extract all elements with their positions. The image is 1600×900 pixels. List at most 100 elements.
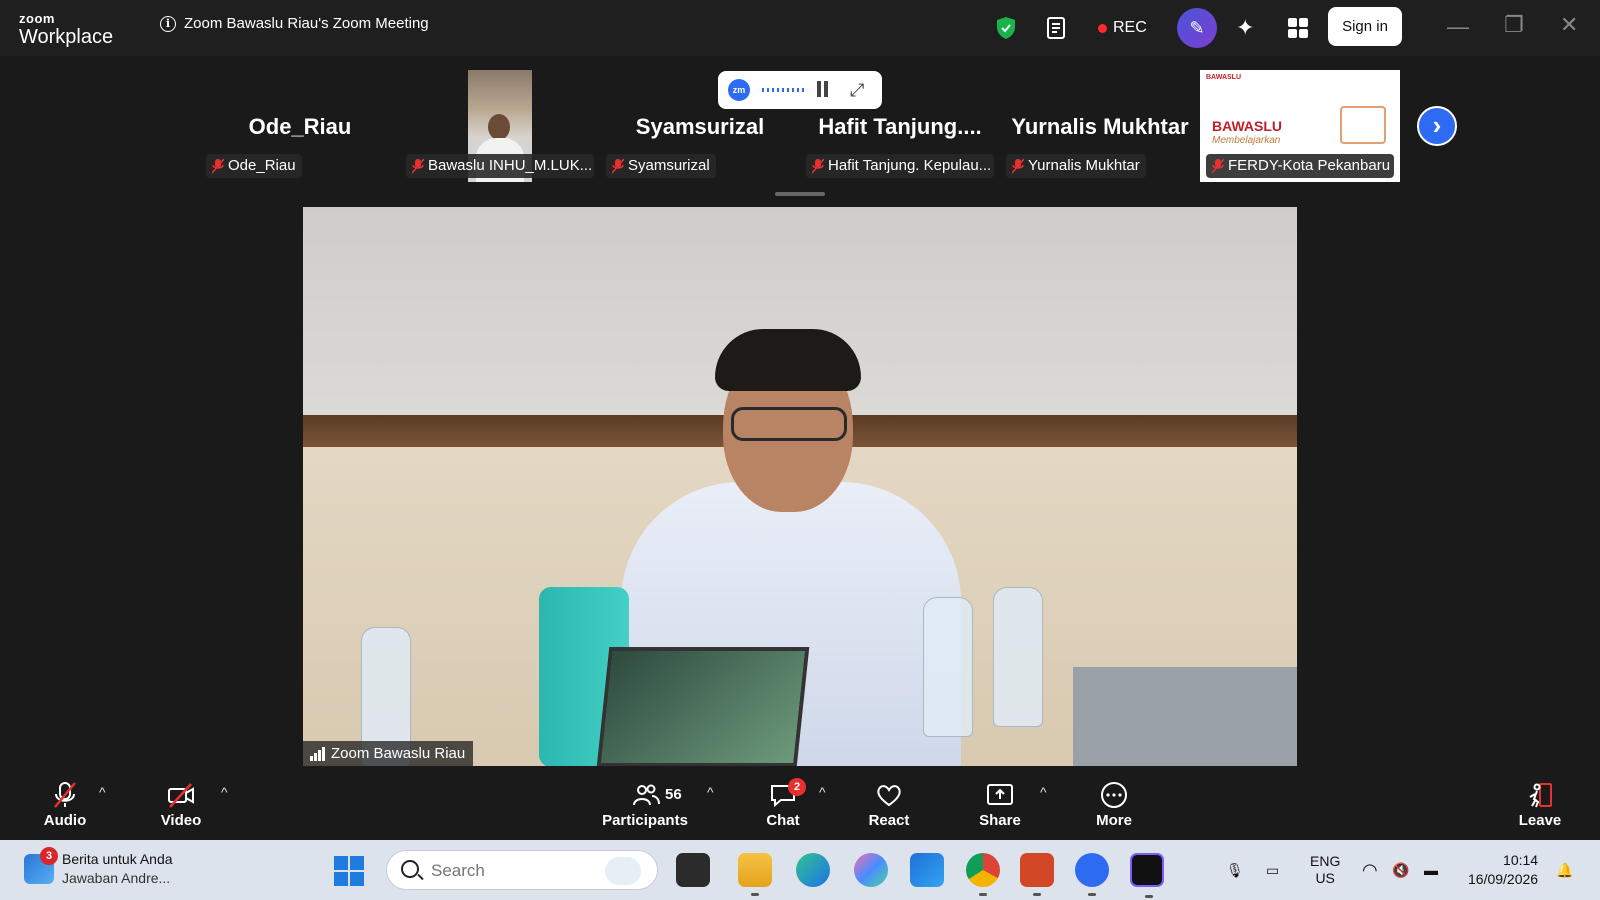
leave-label: Leave <box>1518 812 1562 829</box>
share-options-caret[interactable]: ^ <box>1040 784 1047 800</box>
muted-mic-icon <box>1012 158 1024 174</box>
participant-label: Bawaslu INHU_M.LUK... <box>406 154 594 178</box>
strip-scroll-indicator[interactable] <box>775 192 825 196</box>
participant-label: Yurnalis Mukhtar <box>1006 154 1146 178</box>
participant-label: Hafit Tanjung. Kepulau... <box>806 154 994 178</box>
news-subtitle: Jawaban Andre... <box>62 870 171 886</box>
clock-date: 16/09/2026 <box>1468 871 1539 887</box>
taskbar-search[interactable] <box>386 850 658 890</box>
participant-tile[interactable]: Yurnalis Mukhtar Yurnalis Mukhtar <box>1000 70 1200 182</box>
windows-taskbar: 3 Berita untuk Anda Jawaban Andre... 🎙 ▭… <box>0 840 1600 900</box>
participant-display-name: Yurnalis Mukhtar <box>1011 114 1189 139</box>
edge-browser-icon[interactable] <box>796 853 830 887</box>
news-title: Berita untuk Anda <box>62 851 173 867</box>
react-button[interactable]: React <box>844 778 934 834</box>
sparkle-icon[interactable]: ✦ <box>1236 8 1254 48</box>
meeting-title: Zoom Bawaslu Riau's Zoom Meeting <box>184 15 429 32</box>
participant-name: Yurnalis Mukhtar <box>1028 157 1140 174</box>
logo-zoom-text: zoom <box>19 11 55 26</box>
share-screen-icon <box>987 784 1013 805</box>
sign-in-button[interactable]: Sign in <box>1328 7 1402 46</box>
maximize-icon[interactable]: ❐ <box>1504 12 1524 38</box>
muted-mic-icon <box>812 158 824 174</box>
lang-top: ENG <box>1310 853 1341 869</box>
meeting-toolbar: Audio ^ Video ^ Participants 56 ^ Chat 2… <box>0 770 1600 840</box>
participant-label: FERDY-Kota Pekanbaru <box>1206 154 1394 178</box>
encryption-shield-icon[interactable] <box>995 8 1017 48</box>
video-options-caret[interactable]: ^ <box>221 784 228 800</box>
muted-mic-icon <box>612 158 624 174</box>
clock[interactable]: 10:14 16/09/2026 <box>1468 840 1538 900</box>
muted-mic-icon <box>54 782 76 808</box>
audio-wave-icon <box>762 88 804 92</box>
file-explorer-icon[interactable] <box>738 853 772 896</box>
microphone-tray-icon[interactable]: 🎙 <box>1226 840 1244 900</box>
zoom-app-icon[interactable] <box>1075 853 1109 896</box>
lang-bottom: US <box>1315 870 1335 886</box>
news-widget[interactable]: 3 Berita untuk Anda Jawaban Andre... <box>24 847 244 890</box>
video-off-icon <box>168 783 194 808</box>
active-speaker-name: Zoom Bawaslu Riau <box>331 745 466 762</box>
participant-name: Syamsurizal <box>628 157 710 174</box>
participant-name: FERDY-Kota Pekanbaru <box>1228 157 1391 174</box>
capcut-icon[interactable] <box>1130 853 1164 898</box>
video-button[interactable]: Video <box>136 778 226 834</box>
chat-badge: 2 <box>788 778 806 796</box>
news-badge: 3 <box>40 847 58 865</box>
pause-icon[interactable] <box>816 81 830 99</box>
participants-label: Participants <box>602 812 688 829</box>
battery-icon[interactable]: ▬ <box>1424 840 1438 900</box>
signal-strength-icon <box>310 747 326 761</box>
participant-tile[interactable]: Ode_Riau Ode_Riau <box>200 70 400 182</box>
display-tray-icon[interactable]: ▭ <box>1266 840 1279 900</box>
ai-companion-button[interactable]: ✎ <box>1177 8 1217 48</box>
chat-label: Chat <box>766 812 800 829</box>
muted-mic-icon <box>212 158 224 174</box>
more-button[interactable]: More <box>1069 778 1159 834</box>
participant-tile[interactable]: Bawaslu INHU_M.LUK... <box>400 70 600 182</box>
audio-button[interactable]: Audio <box>20 778 110 834</box>
rec-label: REC <box>1113 19 1147 36</box>
video-label: Video <box>160 812 202 829</box>
chrome-icon[interactable] <box>966 853 1000 896</box>
apps-icon[interactable] <box>1287 8 1309 48</box>
active-speaker-video[interactable] <box>303 207 1297 766</box>
task-view-icon[interactable] <box>676 853 710 887</box>
zm-icon: zm <box>728 79 750 101</box>
more-icon <box>1101 782 1127 808</box>
share-button[interactable]: Share <box>955 778 1045 834</box>
heart-icon <box>877 785 901 807</box>
search-icon <box>401 860 419 878</box>
volume-muted-icon[interactable]: 🔇 <box>1392 840 1409 900</box>
powerpoint-icon[interactable] <box>1020 853 1054 896</box>
audio-options-caret[interactable]: ^ <box>99 784 106 800</box>
language-indicator[interactable]: ENG US <box>1310 840 1340 900</box>
minimize-icon[interactable]: — <box>1447 14 1469 40</box>
next-page-button[interactable]: › <box>1417 106 1457 146</box>
participants-options-caret[interactable]: ^ <box>707 784 714 800</box>
participant-name: Hafit Tanjung. Kepulau... <box>828 157 992 174</box>
participant-label: Syamsurizal <box>606 154 716 178</box>
leave-button[interactable]: Leave <box>1495 778 1585 834</box>
chat-options-caret[interactable]: ^ <box>819 784 826 800</box>
microsoft-store-icon[interactable] <box>910 853 944 887</box>
wifi-icon[interactable]: ◠ <box>1362 840 1378 900</box>
search-input[interactable] <box>431 860 581 882</box>
participant-name: Bawaslu INHU_M.LUK... <box>428 157 593 174</box>
search-highlight-image <box>605 857 641 885</box>
windows-start-icon[interactable] <box>334 856 364 886</box>
meeting-info[interactable]: i Zoom Bawaslu Riau's Zoom Meeting <box>160 15 429 32</box>
participant-display-name: Ode_Riau <box>248 114 352 139</box>
copilot-icon[interactable] <box>854 853 888 887</box>
participant-tile[interactable]: BAWASLU BAWASLU Membelajarkan FERDY-Kota… <box>1200 70 1400 182</box>
chat-button[interactable]: Chat <box>738 778 828 834</box>
more-label: More <box>1096 812 1132 829</box>
close-icon[interactable]: ✕ <box>1560 12 1578 38</box>
chevron-right-icon: › <box>1432 110 1442 140</box>
notes-icon[interactable] <box>1046 8 1068 48</box>
notification-bell-icon[interactable]: 🔔 <box>1556 840 1573 900</box>
recording-indicator[interactable]: REC <box>1098 8 1147 48</box>
info-icon[interactable]: i <box>160 15 176 32</box>
participant-name: Ode_Riau <box>228 157 296 174</box>
expand-icon[interactable]: ⤢ <box>850 80 864 101</box>
